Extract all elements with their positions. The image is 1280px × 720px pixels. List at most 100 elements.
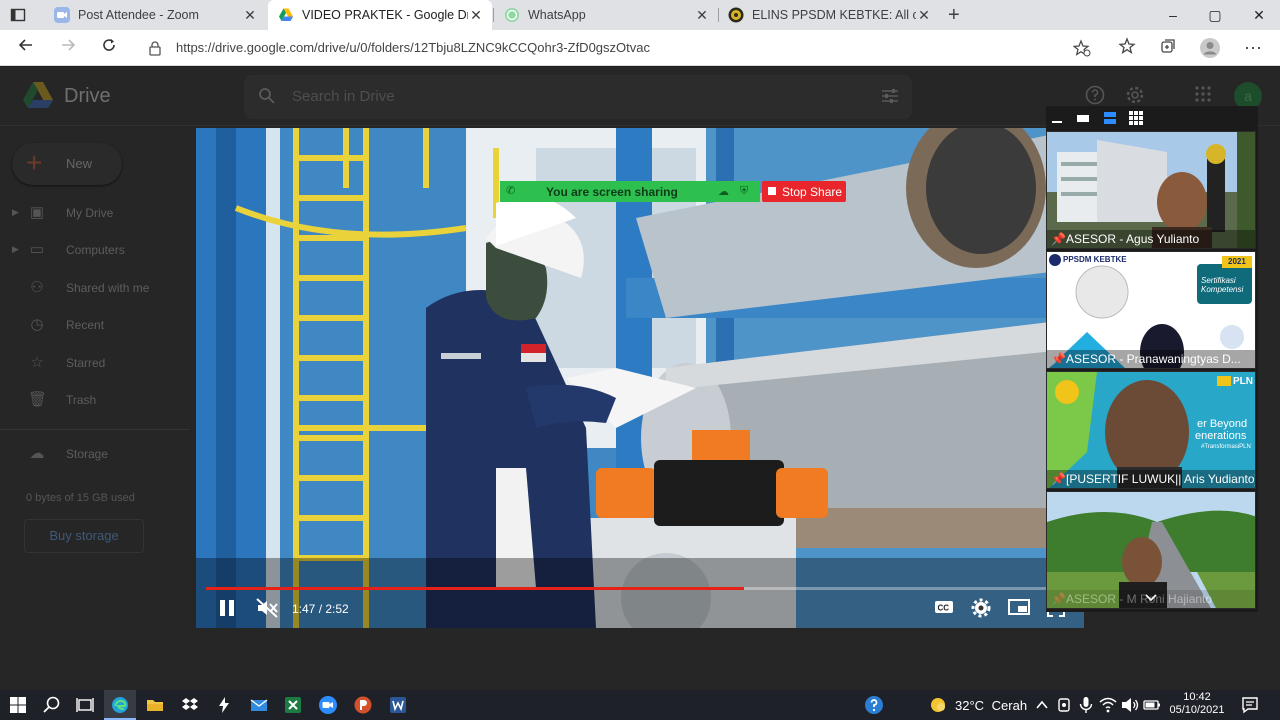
pause-button[interactable] [218,598,236,620]
file-explorer-icon[interactable] [145,695,165,715]
chevron-down-icon[interactable] [1145,594,1157,602]
drive-search-box[interactable]: Search in Drive [244,75,912,119]
tab-zoom[interactable]: Post Attendee - Zoom ✕ [44,0,266,30]
sidebar-item-label: Storage [66,447,109,461]
zoom-icon [54,7,70,23]
video-player[interactable]: 1:47 / 2:52 CC [196,128,1084,628]
powerpoint-icon[interactable] [353,695,373,715]
volume-icon[interactable] [1120,695,1140,715]
strip-view-icon[interactable] [1103,111,1117,125]
tab-close-icon[interactable]: ✕ [694,7,710,24]
favorites-button[interactable] [1116,37,1138,59]
camera-tray-icon[interactable] [1054,695,1074,715]
sidebar-item-shared[interactable]: ⚇ Shared with me [0,271,190,307]
sidebar-item-my-drive[interactable]: ▶ ▣ My Drive [0,196,190,232]
video-settings-button[interactable] [971,598,991,620]
video-progress-bar[interactable] [206,587,1074,590]
participant-tile[interactable]: PPSDM KEBTKE 2021 Sertifikasi Kompetensi… [1046,251,1256,369]
volume-muted-icon [256,598,278,618]
notifications-icon[interactable] [1240,695,1260,715]
reload-button[interactable] [97,36,121,60]
sidebar-item-trash[interactable]: 🗑 Trash [0,383,190,419]
video-time: 1:47 / 2:52 [292,602,349,616]
battery-icon[interactable] [1142,695,1162,715]
help-icon[interactable] [1084,85,1106,107]
weather-sunny-icon[interactable] [928,695,948,715]
participant-tile[interactable]: 📌ASESOR - M Roni Hajianto [1046,491,1256,609]
minimize-view-icon[interactable] [1050,111,1064,125]
edge-browser-icon[interactable] [110,695,130,715]
address-bar: https://drive.google.com/drive/u/0/folde… [0,30,1280,66]
collections-button[interactable] [1157,37,1179,59]
trash-icon: 🗑 [28,391,48,408]
captions-button[interactable]: CC [934,598,954,620]
excel-icon[interactable] [283,695,303,715]
clock-date: 05/10/2021 [1169,704,1225,716]
sidebar-item-starred[interactable]: ☆ Starred [0,346,190,382]
tab-actions-icon[interactable] [10,7,26,23]
close-window-button[interactable]: ✕ [1236,0,1280,30]
weather-widget[interactable]: 32°C Cerah [955,698,1027,713]
forward-button[interactable] [56,36,80,60]
profile-button[interactable] [1199,37,1221,59]
tab-close-icon[interactable]: ✕ [468,7,484,24]
search-placeholder: Search in Drive [292,88,395,105]
expand-arrow-icon[interactable]: ▶ [12,244,19,255]
microphone-icon[interactable] [1076,695,1096,715]
chevron-up-icon[interactable] [1032,695,1052,715]
participant-tile[interactable]: 📌ASESOR - Agus Yulianto [1046,131,1256,249]
star-icon: ☆ [30,354,44,371]
lock-icon[interactable] [148,40,162,56]
windows-start-icon[interactable] [8,695,28,715]
wifi-icon[interactable] [1098,695,1118,715]
new-tab-button[interactable]: + [948,5,960,25]
elins-icon [728,7,744,23]
back-button[interactable] [14,36,38,60]
sidebar-item-recent[interactable]: ◷ Recent [0,308,190,344]
pin-icon: 📌 [1051,592,1066,606]
shield-icon: ⛨ [740,185,749,197]
speaker-view-icon[interactable] [1076,111,1090,125]
slogan-line-1: er Beyond [1197,418,1248,430]
dropbox-icon[interactable] [180,695,200,715]
search-icon[interactable] [42,695,62,715]
omnibox[interactable]: https://drive.google.com/drive/u/0/folde… [136,34,1101,62]
stop-share-button[interactable]: Stop Share [762,181,846,202]
participant-tile[interactable]: PLN er Beyond enerations #TransformasiPL… [1046,371,1256,489]
browser-tab-strip: Post Attendee - Zoom ✕ VIDEO PRAKTEK - G… [0,0,1280,30]
zoom-app-icon[interactable] [318,695,338,715]
tab-whatsapp[interactable]: WhatsApp ✕ [494,0,718,30]
system-clock[interactable]: 10:42 05/10/2021 [1166,691,1228,717]
buy-storage-button[interactable]: Buy storage [24,519,144,553]
new-button[interactable]: + New [12,143,122,185]
expand-arrow-icon[interactable]: ▶ [12,207,19,218]
mail-icon[interactable] [249,695,269,715]
word-icon[interactable] [388,695,408,715]
gear-icon[interactable] [1124,85,1146,107]
power-app-icon[interactable] [214,695,234,715]
minimize-button[interactable]: – [1150,0,1196,30]
miniplayer-button[interactable] [1008,598,1030,620]
tab-title: ELINS PPSDM KEBTKE: All course [752,8,916,22]
sidebar-divider [0,429,190,430]
maximize-button[interactable]: ▢ [1192,0,1238,30]
screen-sharing-banner[interactable]: ✆ You are screen sharing ☁ ⛨ [500,181,760,202]
tab-close-icon[interactable]: ✕ [242,7,258,24]
grid-view-icon[interactable] [1129,111,1143,125]
tab-elins[interactable]: ELINS PPSDM KEBTKE: All course ✕ [718,0,940,30]
task-view-icon[interactable] [75,695,95,715]
plus-icon: + [26,147,43,178]
sidebar-item-storage[interactable]: ☁ Storage [0,437,190,473]
add-favorite-icon[interactable] [1073,39,1091,57]
sidebar-item-computers[interactable]: ▶ ▭ Computers [0,233,190,269]
settings-menu-button[interactable]: ⋯ [1242,37,1264,59]
tab-google-drive[interactable]: VIDEO PRAKTEK - Google Drive ✕ [268,0,492,30]
mute-button[interactable] [256,598,278,620]
pln-brand: PLN [1233,376,1253,387]
sidebar-item-label: My Drive [66,206,114,220]
tab-close-icon[interactable]: ✕ [916,7,932,24]
url-text[interactable]: https://drive.google.com/drive/u/0/folde… [176,40,650,55]
apps-grid-icon[interactable] [1192,85,1214,107]
help-icon[interactable] [864,695,884,715]
search-options-icon[interactable] [880,87,900,105]
